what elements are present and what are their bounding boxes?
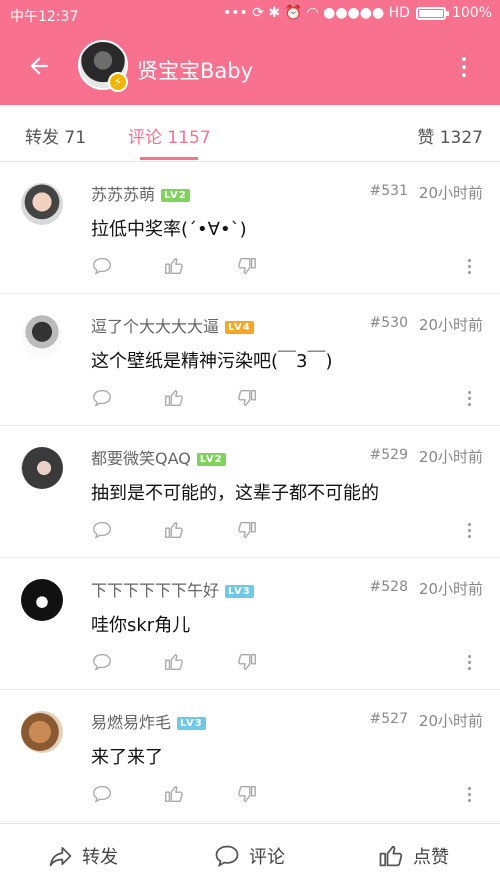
floor-number: #528 [369,579,408,595]
thumbs-up-icon [379,845,403,867]
status-time: 中午12:37 [10,9,79,25]
comment-list: 苏苏苏萌 LV2 #531 20小时前 拉低中奖率(´•∀•`) 逗了个大大大大逼… [0,162,500,822]
thumbs-down-icon[interactable] [236,255,258,277]
thumbs-up-icon[interactable] [163,519,185,541]
like-label: 点赞 [413,847,449,868]
status-bar: 中午12:37 ••• ⟳ ✱ ⏰ ◠ ●●●●● HD 100% [0,0,500,30]
tab-repost[interactable]: 转发 71 [25,123,86,148]
comment-actions [91,387,481,409]
like-button[interactable]: 点赞 [377,842,449,870]
more-icon[interactable] [465,387,473,409]
comment-time: 20小时前 [418,580,483,598]
thumbs-down-icon[interactable] [236,519,258,541]
avatar[interactable] [21,711,63,753]
comment-time: 20小时前 [418,316,483,334]
more-icon[interactable] [465,651,473,673]
status-indicators: ••• ⟳ ✱ ⏰ ◠ ●●●●● HD [222,5,410,21]
tab-bar: 转发 71 评论 1157 赞 1327 [0,105,500,162]
tab-like[interactable]: 赞 1327 [417,123,483,148]
avatar[interactable] [21,183,63,225]
thumbs-down-icon[interactable] [236,783,258,805]
comment-user[interactable]: 易燃易炸毛 LV3 [91,709,206,733]
reply-icon[interactable] [91,519,113,541]
reply-icon[interactable] [91,651,113,673]
bottom-action-bar: 转发 评论 点赞 [0,823,500,889]
battery-icon [415,6,449,20]
back-arrow-icon [30,57,48,75]
reply-icon[interactable] [91,387,113,409]
comment-text: 这个壁纸是精神污染吧(￣3￣) [91,351,333,372]
share-arrow-icon [49,846,72,867]
comment-time: 20小时前 [418,448,483,466]
floor-number: #530 [369,315,408,331]
comment-time: 20小时前 [418,712,483,730]
thumbs-up-icon[interactable] [163,783,185,805]
avatar[interactable] [21,447,63,489]
comment-time: 20小时前 [418,184,483,202]
comment-bubble-icon [215,845,239,868]
level-badge: LV4 [225,321,254,334]
comment-actions [91,783,481,805]
level-badge: LV3 [225,585,254,598]
level-badge: LV3 [177,717,206,730]
thumbs-down-icon[interactable] [236,387,258,409]
floor-number: #531 [369,183,408,199]
status-icons: ••• ⟳ ✱ ⏰ ◠ ●●●●● HD 100% [223,5,492,21]
thumbs-up-icon[interactable] [163,651,185,673]
level-badge: LV2 [196,453,226,466]
app-bar: ⚡ 贤宝宝Baby [0,30,500,105]
username: 逗了个大大大大逼 [91,317,220,336]
floor-number: #529 [369,447,408,463]
comment-text: 抽到是不可能的，这辈子都不可能的 [91,483,379,504]
thumbs-up-icon[interactable] [163,255,185,277]
comment-user[interactable]: 逗了个大大大大逼 LV4 [91,313,254,337]
username: 都要微笑QAQ [91,449,191,468]
reply-icon[interactable] [91,255,113,277]
level-badge: LV2 [161,189,190,202]
comment-user[interactable]: 苏苏苏萌 LV2 [91,181,190,205]
back-button[interactable] [22,49,56,83]
thumbs-down-icon[interactable] [236,651,258,673]
comment-actions [91,651,481,673]
comment-user[interactable]: 下下下下下下午好 LV3 [91,577,254,601]
repost-label: 转发 [82,847,118,868]
comment-button[interactable]: 评论 [213,842,285,870]
comment-text: 哇你skr角儿 [91,615,191,636]
comment-item: 下下下下下下午好 LV3 #528 20小时前 哇你skr角儿 [0,558,500,690]
comment-actions [91,519,481,541]
username: 下下下下下下午好 [91,581,220,600]
comment-item: 易燃易炸毛 LV3 #527 20小时前 来了来了 [0,690,500,822]
comment-item: 逗了个大大大大逼 LV4 #530 20小时前 这个壁纸是精神污染吧(￣3￣) [0,294,500,426]
more-icon[interactable] [465,519,473,541]
username: 苏苏苏萌 [91,185,156,204]
thumbs-up-icon[interactable] [163,387,185,409]
comment-user[interactable]: 都要微笑QAQ LV2 [91,445,226,469]
floor-number: #527 [369,711,408,727]
battery-level: 100% [451,5,492,21]
comment-text: 拉低中奖率(´•∀•`) [91,219,247,240]
tab-comment[interactable]: 评论 1157 [128,123,211,148]
comment-actions [91,255,481,277]
page-title: 贤宝宝Baby [137,59,254,83]
reply-icon[interactable] [91,783,113,805]
tab-indicator [140,157,198,160]
avatar[interactable] [21,315,63,357]
lightning-icon: ⚡ [108,72,128,92]
more-icon[interactable] [465,783,473,805]
avatar[interactable] [21,579,63,621]
more-options-icon[interactable] [452,52,476,82]
more-icon[interactable] [465,255,473,277]
comment-item: 苏苏苏萌 LV2 #531 20小时前 拉低中奖率(´•∀•`) [0,162,500,294]
comment-text: 来了来了 [91,747,163,768]
comment-label: 评论 [249,847,285,868]
repost-button[interactable]: 转发 [46,842,118,870]
username: 易燃易炸毛 [91,713,172,732]
comment-item: 都要微笑QAQ LV2 #529 20小时前 抽到是不可能的，这辈子都不可能的 [0,426,500,558]
